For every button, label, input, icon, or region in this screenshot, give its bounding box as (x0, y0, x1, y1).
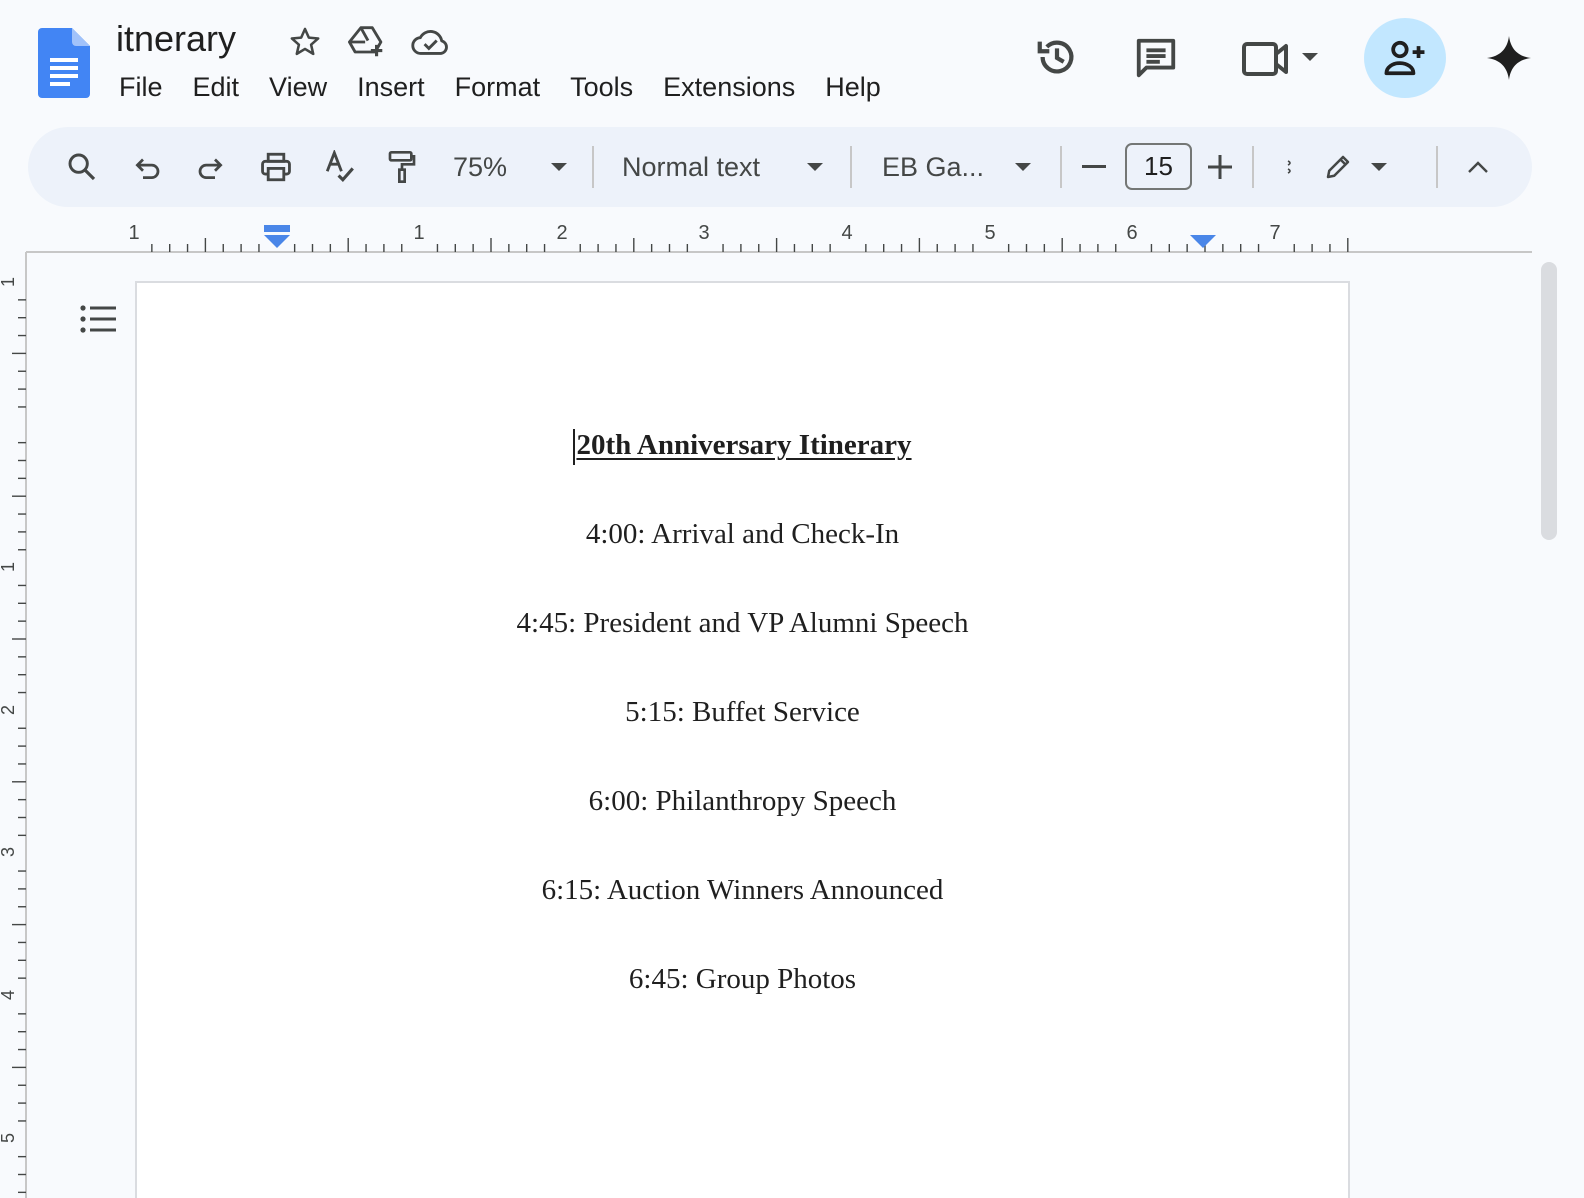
share-button[interactable] (1364, 18, 1446, 98)
ruler-label: 5 (984, 222, 995, 244)
paint-format-icon[interactable] (380, 127, 424, 207)
share-person-add-icon (1384, 40, 1425, 76)
vertical-scrollbar-thumb[interactable] (1541, 262, 1557, 540)
itinerary-item[interactable]: 6:45: Group Photos (137, 963, 1348, 996)
decrease-font-size-button[interactable] (1074, 127, 1114, 207)
ruler-label: 4 (0, 990, 18, 1000)
toolbar: 75% Normal text EB Ga... 15 (28, 127, 1532, 207)
horizontal-ruler[interactable]: 1 1 2 3 4 5 6 7 (26, 214, 1532, 254)
font-dropdown-icon[interactable] (1008, 127, 1038, 207)
document-page[interactable]: 20th Anniversary Itinerary 4:00: Arrival… (135, 281, 1350, 1198)
toolbar-separator (850, 146, 852, 188)
right-indent-marker[interactable] (1190, 235, 1216, 248)
vertical-ruler[interactable]: 1 1 2 3 4 5 (0, 252, 28, 1198)
app-header: itnerary File Edit View Insert Format To… (0, 0, 1584, 124)
menu-format[interactable]: Format (440, 68, 556, 107)
ruler-label: 2 (556, 222, 567, 244)
zoom-dropdown-icon[interactable] (544, 127, 574, 207)
ruler-label: 1 (0, 562, 18, 572)
docs-logo-icon[interactable] (38, 28, 90, 98)
toolbar-separator (1252, 146, 1254, 188)
ruler-label: 3 (698, 222, 709, 244)
spellcheck-icon[interactable] (318, 127, 362, 207)
editing-mode-dropdown-icon[interactable] (1364, 127, 1394, 207)
ruler-label: 6 (1126, 222, 1137, 244)
style-dropdown-icon[interactable] (800, 127, 830, 207)
ruler-label: 3 (0, 847, 18, 857)
menu-insert[interactable]: Insert (342, 68, 440, 107)
comments-icon[interactable] (1130, 32, 1182, 84)
paragraph-style-select[interactable]: Normal text (622, 127, 778, 207)
toolbar-separator (592, 146, 594, 188)
toolbar-separator (1060, 146, 1062, 188)
itinerary-item[interactable]: 5:15: Buffet Service (137, 696, 1348, 729)
ruler-label: 7 (1269, 222, 1280, 244)
undo-icon[interactable] (126, 127, 170, 207)
move-to-drive-icon[interactable] (348, 22, 388, 62)
menu-view[interactable]: View (254, 68, 342, 107)
more-tools-button[interactable] (1284, 127, 1296, 207)
editing-pencil-icon[interactable] (1318, 127, 1358, 207)
ruler-label: 5 (0, 1133, 18, 1143)
ruler-label: 1 (0, 277, 18, 287)
menu-file[interactable]: File (104, 68, 178, 107)
redo-icon[interactable] (188, 127, 232, 207)
ruler-label: 1 (128, 222, 139, 244)
search-icon[interactable] (60, 127, 104, 207)
toolbar-separator (1436, 146, 1438, 188)
ruler-label: 1 (413, 222, 424, 244)
ruler-label: 4 (841, 222, 852, 244)
menu-tools[interactable]: Tools (555, 68, 648, 107)
itinerary-item[interactable]: 4:45: President and VP Alumni Speech (137, 607, 1348, 640)
cloud-saved-icon[interactable] (411, 22, 451, 62)
font-family-select[interactable]: EB Ga... (882, 127, 992, 207)
left-indent-marker[interactable] (264, 225, 290, 248)
document-outline-icon[interactable] (76, 298, 120, 342)
document-title[interactable]: itnerary (116, 18, 236, 60)
increase-font-size-button[interactable] (1200, 127, 1240, 207)
star-icon[interactable] (285, 22, 325, 62)
menu-help[interactable]: Help (810, 68, 896, 107)
menu-extensions[interactable]: Extensions (648, 68, 810, 107)
document-heading[interactable]: 20th Anniversary Itinerary (137, 429, 1348, 466)
itinerary-item[interactable]: 6:15: Auction Winners Announced (137, 874, 1348, 907)
history-icon[interactable] (1030, 30, 1084, 84)
itinerary-item[interactable]: 4:00: Arrival and Check-In (137, 518, 1348, 551)
gemini-sparkle-icon[interactable] (1482, 30, 1536, 86)
menu-bar: File Edit View Insert Format Tools Exten… (104, 68, 896, 107)
itinerary-item[interactable]: 6:00: Philanthropy Speech (137, 785, 1348, 818)
collapse-chevron-icon[interactable] (1458, 127, 1498, 207)
menu-edit[interactable]: Edit (178, 68, 255, 107)
meet-icon[interactable] (1236, 34, 1326, 82)
ruler-label: 2 (0, 705, 18, 715)
font-size-input[interactable]: 15 (1125, 143, 1192, 190)
heading-text: 20th Anniversary Itinerary (576, 429, 912, 461)
zoom-value[interactable]: 75% (448, 127, 512, 207)
print-icon[interactable] (254, 127, 298, 207)
